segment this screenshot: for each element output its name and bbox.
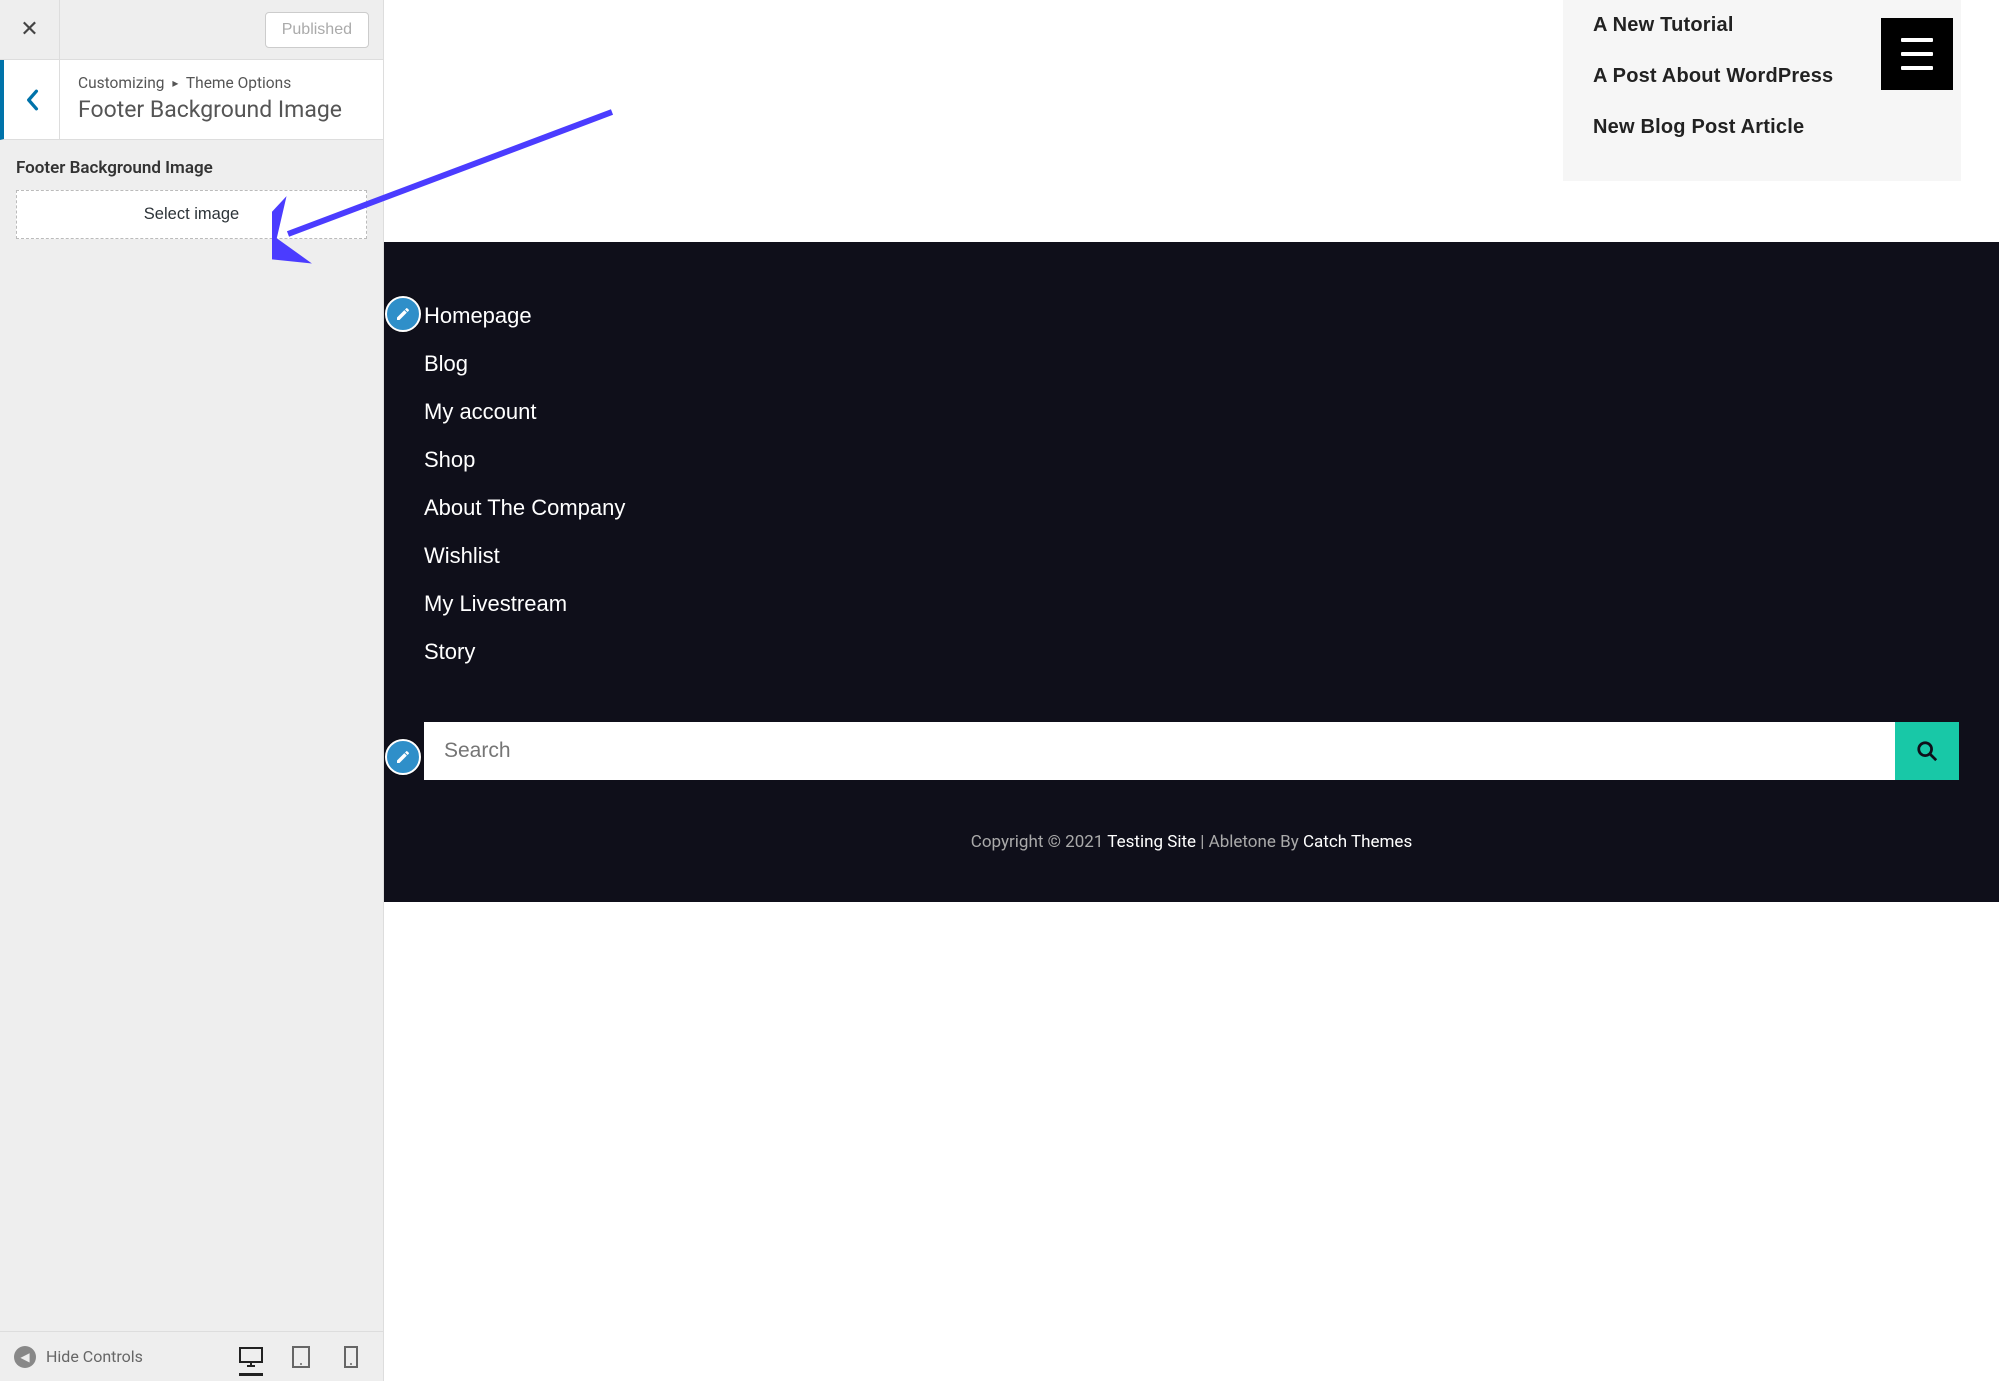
publish-status-button[interactable]: Published [265,12,369,48]
footer-nav-item[interactable]: My account [424,388,1999,436]
footer-nav-item[interactable]: Shop [424,436,1999,484]
customizer-sidebar: ✕ Published Customizing ▸ Theme Options … [0,0,384,1381]
edit-shortcut-search[interactable] [385,739,421,775]
hamburger-bar-icon [1901,66,1933,70]
pencil-icon [395,306,411,322]
footer-copyright: Copyright © 2021 Testing Site | Abletone… [384,780,1999,872]
close-button[interactable]: ✕ [0,0,60,59]
sidebar-footer: ◀ Hide Controls [0,1331,383,1381]
footer-nav-item[interactable]: About The Company [424,484,1999,532]
copyright-mid: | Abletone By [1196,832,1303,852]
breadcrumb-text: Customizing ▸ Theme Options Footer Backg… [60,60,383,139]
edit-shortcut-nav[interactable] [385,296,421,332]
recent-post-link[interactable]: New Blog Post Article [1593,102,1931,153]
mobile-icon [344,1346,358,1368]
device-desktop-button[interactable] [239,1347,263,1376]
preview-pane: A New Tutorial A Post About WordPress Ne… [384,0,1999,1381]
breadcrumb-parent: Customizing [78,74,164,92]
site-footer: Homepage Blog My account Shop About The … [384,242,1999,902]
search-submit-button[interactable] [1895,722,1959,780]
breadcrumb-separator-icon: ▸ [172,76,178,90]
tablet-icon [292,1346,310,1368]
footer-nav-menu: Homepage Blog My account Shop About The … [384,292,1999,676]
breadcrumb-section: Theme Options [186,74,291,92]
device-tablet-button[interactable] [289,1346,313,1368]
search-input[interactable] [424,722,1895,780]
device-preview-toggles [239,1346,369,1368]
menu-toggle-button[interactable] [1881,18,1953,90]
footer-nav-item[interactable]: My Livestream [424,580,1999,628]
panel-body: Footer Background Image Select image [0,140,383,1331]
footer-nav-item[interactable]: Homepage [424,292,1999,340]
copyright-site-link[interactable]: Testing Site [1107,832,1196,852]
hide-controls-button[interactable]: ◀ Hide Controls [14,1346,229,1368]
hamburger-bar-icon [1901,38,1933,42]
desktop-icon [239,1347,263,1367]
select-image-button[interactable]: Select image [16,190,367,239]
close-icon: ✕ [20,17,38,42]
breadcrumb-title: Footer Background Image [78,96,365,123]
sidebar-top-actions: Published [60,0,383,59]
breadcrumb-path: Customizing ▸ Theme Options [78,74,365,92]
copyright-prefix: Copyright © 2021 [971,832,1108,852]
hamburger-bar-icon [1901,52,1933,56]
device-mobile-button[interactable] [339,1346,363,1368]
back-button[interactable] [4,60,60,139]
copyright-theme-link[interactable]: Catch Themes [1303,832,1412,852]
preview-content-top: A New Tutorial A Post About WordPress Ne… [384,0,1999,242]
collapse-left-icon: ◀ [14,1346,36,1368]
field-label: Footer Background Image [16,158,367,178]
chevron-left-icon [25,89,39,111]
footer-search-form [424,722,1959,780]
footer-nav-item[interactable]: Wishlist [424,532,1999,580]
search-icon [1916,740,1938,762]
sidebar-top-bar: ✕ Published [0,0,383,60]
breadcrumb-row: Customizing ▸ Theme Options Footer Backg… [0,60,383,140]
footer-nav-item[interactable]: Story [424,628,1999,676]
footer-nav-item[interactable]: Blog [424,340,1999,388]
pencil-icon [395,749,411,765]
hide-controls-label: Hide Controls [46,1347,143,1366]
